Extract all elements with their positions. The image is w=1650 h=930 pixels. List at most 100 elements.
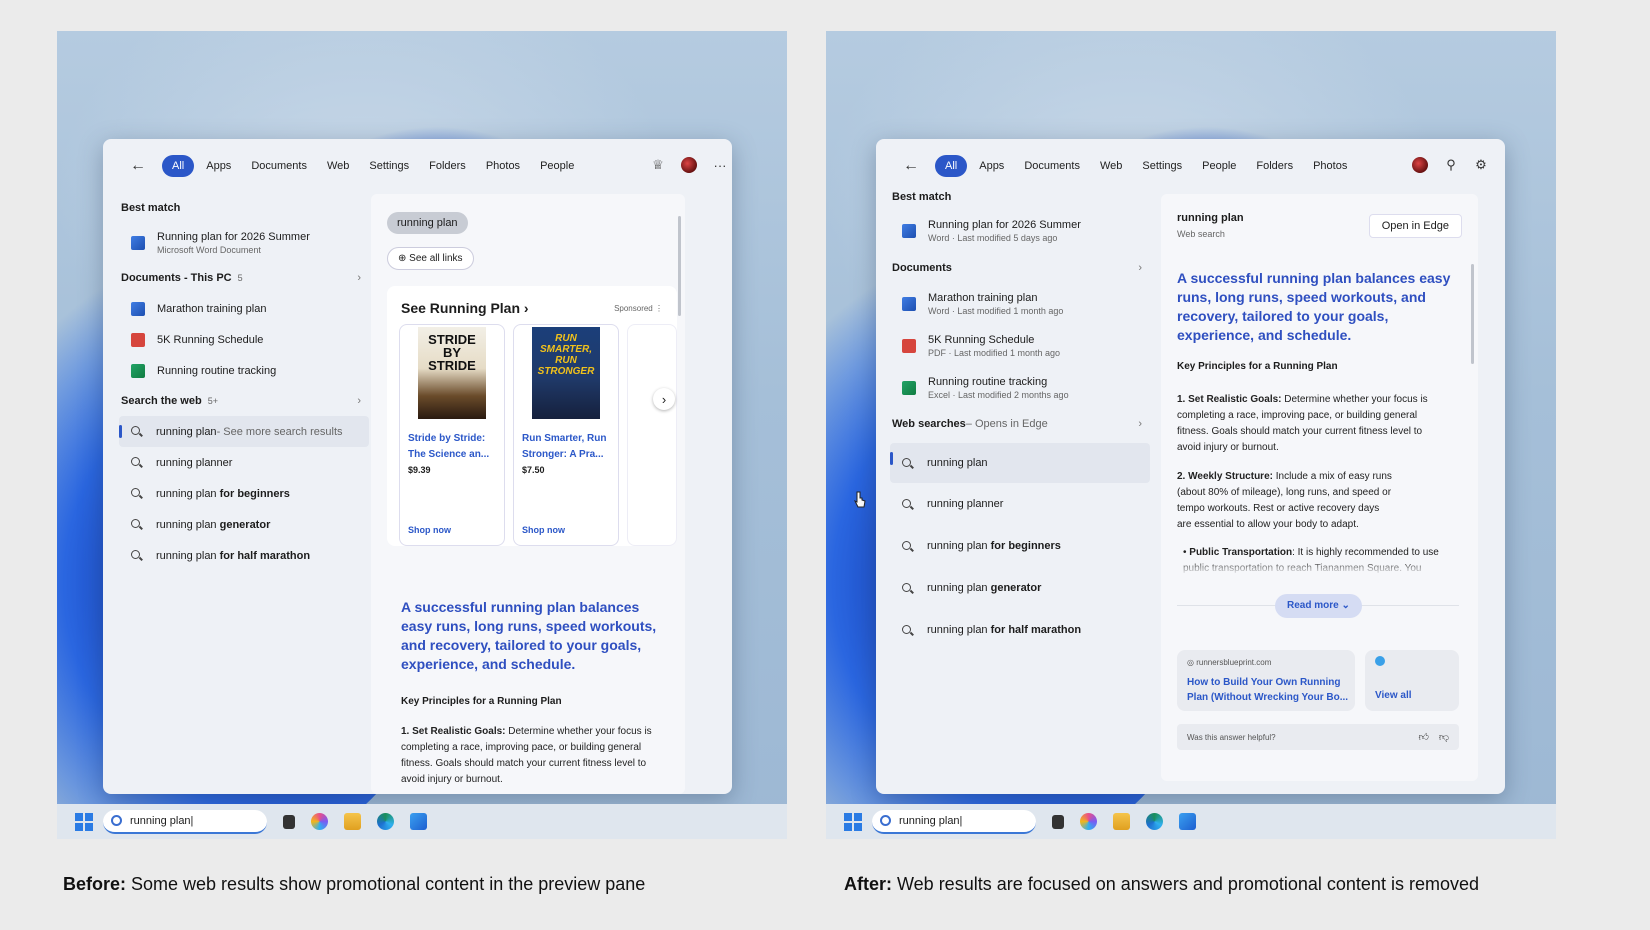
source-site: ◎ runnersblueprint.com [1187, 658, 1272, 667]
product-card[interactable]: STRIDE BY STRIDE Stride by Stride: The S… [399, 324, 505, 546]
web-item[interactable]: running plan for beginners [890, 525, 1150, 567]
filter-people[interactable]: People [1194, 155, 1244, 177]
search-window: ← All Apps Documents Web Settings People… [876, 139, 1505, 794]
copilot-icon[interactable] [1080, 813, 1097, 830]
see-all-links-button[interactable]: ⊕ See all links [387, 247, 474, 270]
read-more-button[interactable]: Read more ⌄ [1275, 594, 1362, 618]
store-icon[interactable] [410, 813, 427, 830]
web-item[interactable]: running plan for half marathon [119, 540, 369, 571]
scrollbar[interactable] [678, 216, 681, 316]
web-searches-heading[interactable]: Web searches – Opens in Edge › [890, 409, 1150, 439]
source-card[interactable]: ◎ runnersblueprint.com How to Build Your… [1177, 650, 1355, 711]
edge-icon[interactable] [1146, 813, 1163, 830]
product-card[interactable]: RUN SMARTER, RUN STRONGER Run Smarter, R… [513, 324, 619, 546]
view-all-card[interactable]: View all [1365, 650, 1459, 711]
filter-web[interactable]: Web [319, 155, 357, 177]
back-arrow-icon[interactable]: ← [903, 157, 919, 175]
filter-photos[interactable]: Photos [1305, 155, 1355, 177]
more-options-icon[interactable]: ··· [713, 158, 727, 173]
store-icon[interactable] [1179, 813, 1196, 830]
doc-item[interactable]: Marathon training plan Word · Last modifi… [890, 283, 1150, 325]
search-icon [131, 426, 142, 437]
trophy-icon[interactable]: ♕ [651, 157, 665, 172]
open-in-edge-button[interactable]: Open in Edge [1368, 214, 1462, 238]
hand-cursor-icon [854, 491, 866, 508]
share-icon[interactable]: ⚲ [1444, 157, 1458, 172]
web-item-selected[interactable]: running plan - See more search results [119, 416, 369, 447]
windows-start-icon[interactable] [844, 812, 862, 831]
answer-headline: A successful running plan balances easy … [1177, 270, 1451, 343]
doc-item[interactable]: Marathon training plan [119, 293, 369, 324]
excel-icon [131, 363, 145, 378]
excel-icon [902, 381, 916, 395]
product-card-partial[interactable] [627, 324, 677, 546]
filter-web[interactable]: Web [1092, 155, 1130, 177]
edge-icon[interactable] [377, 813, 394, 830]
task-view-icon[interactable] [283, 814, 295, 829]
before-screenshot: ← All Apps Documents Web Settings Folder… [57, 31, 787, 839]
preview-query-sub: Web search [1177, 229, 1225, 239]
filter-apps[interactable]: Apps [971, 155, 1012, 177]
avatar[interactable] [1412, 157, 1428, 173]
search-window: ← All Apps Documents Web Settings Folder… [103, 139, 732, 794]
taskbar-search-box[interactable]: running plan| [872, 809, 1036, 834]
avatar[interactable] [681, 157, 697, 173]
source-title: How to Build Your Own Running Plan (With… [1187, 677, 1349, 703]
shop-now-link[interactable]: Shop now [522, 525, 565, 535]
gear-icon[interactable]: ⚙ [1474, 157, 1488, 172]
book-cover-run-smarter: RUN SMARTER, RUN STRONGER [532, 327, 600, 419]
filter-folders[interactable]: Folders [1248, 155, 1301, 177]
site-favicon-icon: ◎ [1187, 658, 1194, 667]
search-icon [880, 815, 891, 826]
web-item[interactable]: running plan for half marathon [890, 609, 1150, 651]
filter-folders[interactable]: Folders [421, 155, 474, 177]
shop-now-link[interactable]: Shop now [408, 525, 451, 535]
thumbs-up-icon[interactable]: 👍︎ [1419, 731, 1429, 743]
query-pill[interactable]: running plan [387, 212, 468, 234]
filter-people[interactable]: People [532, 155, 582, 177]
search-web-heading[interactable]: Search the web 5+ › [119, 386, 369, 416]
web-item[interactable]: running planner [119, 447, 369, 478]
filter-settings[interactable]: Settings [1134, 155, 1190, 177]
file-explorer-icon[interactable] [1113, 813, 1130, 830]
windows-start-icon[interactable] [75, 812, 93, 831]
best-match-item[interactable]: Running plan for 2026 Summer Word · Last … [890, 209, 1150, 253]
thumbs-down-icon[interactable]: 👎︎ [1439, 731, 1449, 743]
doc-item[interactable]: 5K Running Schedule [119, 324, 369, 355]
filter-all[interactable]: All [162, 155, 195, 177]
search-icon [131, 488, 142, 499]
web-item-selected[interactable]: running plan [890, 443, 1150, 483]
scrollbar[interactable] [1471, 264, 1474, 364]
filter-documents[interactable]: Documents [243, 155, 315, 177]
web-item[interactable]: running planner [890, 483, 1150, 525]
header-icons: ♕ ··· [635, 157, 727, 173]
principle-paragraph-1: 1. Set Realistic Goals: Determine whethe… [1177, 394, 1428, 453]
web-item[interactable]: running plan for beginners [119, 478, 369, 509]
documents-heading[interactable]: Documents › [890, 253, 1150, 283]
filter-settings[interactable]: Settings [361, 155, 417, 177]
view-all-link: View all [1375, 690, 1412, 701]
copilot-icon[interactable] [311, 813, 328, 830]
doc-item[interactable]: 5K Running Schedule PDF · Last modified 1… [890, 325, 1150, 367]
task-view-icon[interactable] [1052, 814, 1064, 829]
ad-title[interactable]: See Running Plan › [401, 300, 529, 316]
bullet-paragraph: • Public Transportation: It is highly re… [1183, 547, 1439, 574]
search-icon [111, 815, 122, 826]
filter-documents[interactable]: Documents [1016, 155, 1088, 177]
web-item[interactable]: running plan generator [890, 567, 1150, 609]
documents-heading[interactable]: Documents - This PC 5 › [119, 263, 369, 293]
search-icon [902, 498, 913, 510]
book-cover-stride: STRIDE BY STRIDE [418, 327, 486, 419]
back-arrow-icon[interactable]: ← [130, 157, 146, 175]
chevron-right-icon: › [357, 272, 361, 284]
doc-item[interactable]: Running routine tracking [119, 355, 369, 386]
filter-apps[interactable]: Apps [198, 155, 239, 177]
file-explorer-icon[interactable] [344, 813, 361, 830]
filter-photos[interactable]: Photos [478, 155, 528, 177]
taskbar-search-box[interactable]: running plan| [103, 809, 267, 834]
carousel-next-button[interactable]: › [653, 388, 675, 410]
web-item[interactable]: running plan generator [119, 509, 369, 540]
filter-all[interactable]: All [935, 155, 968, 177]
best-match-item[interactable]: Running plan for 2026 Summer Microsoft W… [119, 223, 369, 263]
doc-item[interactable]: Running routine tracking Excel · Last mod… [890, 367, 1150, 409]
